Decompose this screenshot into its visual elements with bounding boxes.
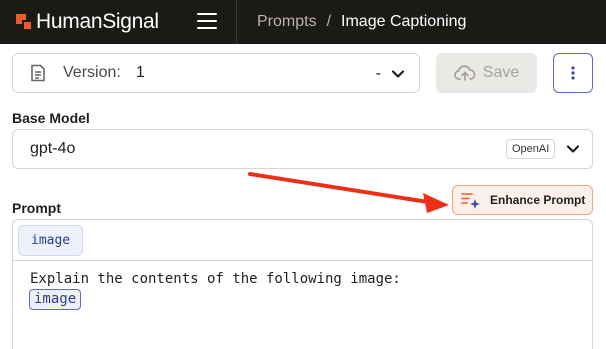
prompt-variables-bar: image	[12, 219, 593, 261]
inline-variable-chip: image	[29, 289, 82, 310]
prompt-text: Explain the contents of the following im…	[30, 271, 401, 287]
variable-chip[interactable]: image	[18, 225, 84, 256]
prompt-editor[interactable]: Explain the contents of the following im…	[12, 261, 593, 349]
